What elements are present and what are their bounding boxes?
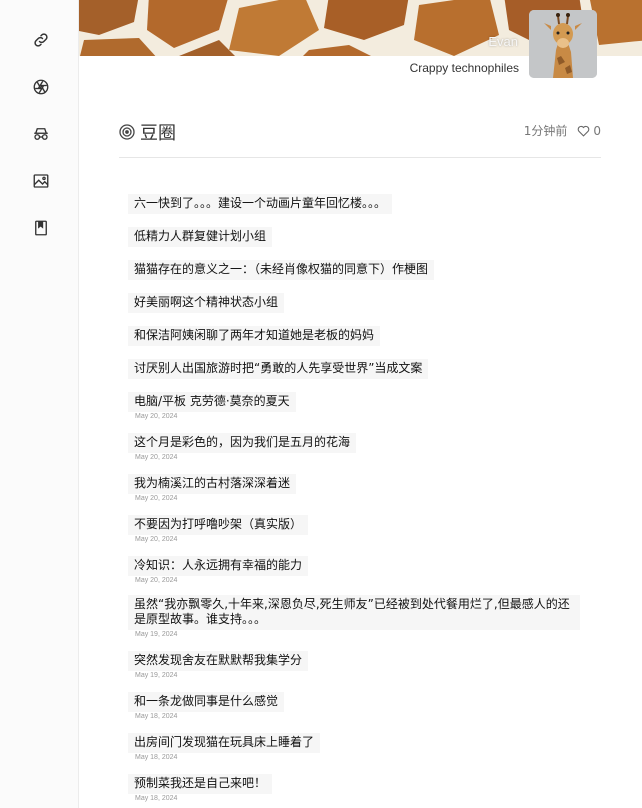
list-item[interactable]: 和保洁阿姨闲聊了两年才知道她是老板的妈妈 [128, 324, 598, 346]
like-button[interactable]: 0 [577, 124, 601, 138]
list-item[interactable]: 预制菜我还是自己来吧！ May 18, 2024 [128, 772, 598, 802]
list-item-date: May 18, 2024 [135, 795, 178, 802]
list-item-title[interactable]: 突然发现舍友在默默帮我集学分 [128, 651, 309, 671]
list-item-date: May 20, 2024 [135, 454, 178, 461]
post-time: 1分钟前 [523, 124, 568, 138]
like-count: 0 [593, 123, 601, 138]
list-item[interactable]: 虽然“我亦飘零久,十年来,深恩负尽,死生师友”已经被到处代餐用烂了,但最感人的还… [128, 595, 598, 638]
list-item-title[interactable]: 六一快到了。。。建设一个动画片童年回忆楼。。。 [128, 194, 393, 214]
list-item[interactable]: 低精力人群复健计划小组 [128, 225, 598, 247]
list-item[interactable]: 讨厌别人出国旅游时把“勇敢的人先享受世界”当成文案 [128, 357, 598, 379]
list-item-date: May 20, 2024 [135, 536, 178, 543]
list-item-title[interactable]: 猫猫存在的意义之一：（未经肖像权猫的同意下）作梗图 [128, 260, 435, 280]
list-item[interactable]: 出房间门发现猫在玩具床上睡着了 May 18, 2024 [128, 731, 598, 761]
list-item-title[interactable]: 讨厌别人出国旅游时把“勇敢的人先享受世界”当成文案 [128, 359, 429, 379]
list-item-date: May 19, 2024 [135, 672, 178, 679]
list-item-title[interactable]: 我为楠溪江的古村落深深着迷 [128, 474, 297, 494]
list-item[interactable]: 猫猫存在的意义之一：（未经肖像权猫的同意下）作梗图 [128, 258, 598, 280]
list-item-title[interactable]: 低精力人群复健计划小组 [128, 227, 273, 247]
list-item-date: May 19, 2024 [135, 631, 178, 638]
list-item-title[interactable]: 这个月是彩色的，因为我们是五月的花海 [128, 433, 357, 453]
list-item-title[interactable]: 出房间门发现猫在玩具床上睡着了 [128, 733, 321, 753]
list-item[interactable]: 这个月是彩色的，因为我们是五月的花海 May 20, 2024 [128, 431, 598, 461]
list-item[interactable]: 不要因为打呼噜吵架（真实版） May 20, 2024 [128, 513, 598, 543]
list-item-date: May 18, 2024 [135, 713, 178, 720]
list-item-title[interactable]: 冷知识：人永远拥有幸福的能力 [128, 556, 309, 576]
sunglasses-icon[interactable] [31, 124, 51, 144]
list-item-title[interactable]: 预制菜我还是自己来吧！ [128, 774, 273, 794]
list-item-title[interactable]: 和保洁阿姨闲聊了两年才知道她是老板的妈妈 [128, 326, 381, 346]
list-item[interactable]: 突然发现舍友在默默帮我集学分 May 19, 2024 [128, 649, 598, 679]
list-item-title[interactable]: 虽然“我亦飘零久,十年来,深恩负尽,死生师友”已经被到处代餐用烂了,但最感人的还… [128, 595, 580, 630]
list-item-date: May 20, 2024 [135, 495, 178, 502]
list-item[interactable]: 好美丽啊这个精神状态小组 [128, 291, 598, 313]
list-item[interactable]: 我为楠溪江的古村落深深着迷 May 20, 2024 [128, 472, 598, 502]
list-item[interactable]: 六一快到了。。。建设一个动画片童年回忆楼。。。 [128, 192, 598, 214]
post-title-wrap: 豆圈 [119, 119, 176, 145]
avatar[interactable] [529, 10, 597, 78]
list-item-title[interactable]: 电脑/平板 克劳德·莫奈的夏天 [128, 392, 296, 412]
list-item[interactable]: 和一条龙做同事是什么感觉 May 18, 2024 [128, 690, 598, 720]
list-item-date: May 20, 2024 [135, 577, 178, 584]
post-meta: 1分钟前 0 [524, 122, 601, 139]
bookmark-book-icon[interactable] [31, 218, 51, 238]
post-title: 豆圈 [140, 123, 176, 144]
link-icon[interactable] [31, 30, 51, 50]
list-item-title[interactable]: 好美丽啊这个精神状态小组 [128, 293, 285, 313]
author-description: Crappy technophiles [409, 61, 519, 75]
sidebar [0, 0, 79, 808]
post-header: 豆圈 1分钟前 0 [119, 117, 601, 158]
list-item-title[interactable]: 和一条龙做同事是什么感觉 [128, 692, 285, 712]
target-icon [119, 124, 135, 140]
list-item[interactable]: 冷知识：人永远拥有幸福的能力 May 20, 2024 [128, 554, 598, 584]
list-item-title[interactable]: 不要因为打呼噜吵架（真实版） [128, 515, 309, 535]
author-name: Evan [488, 34, 518, 49]
aperture-icon[interactable] [31, 77, 51, 97]
list-item[interactable]: 电脑/平板 克劳德·莫奈的夏天 May 20, 2024 [128, 390, 598, 420]
list-item-date: May 20, 2024 [135, 413, 178, 420]
list-item-date: May 18, 2024 [135, 754, 178, 761]
image-icon[interactable] [31, 171, 51, 191]
heart-icon [578, 125, 590, 137]
